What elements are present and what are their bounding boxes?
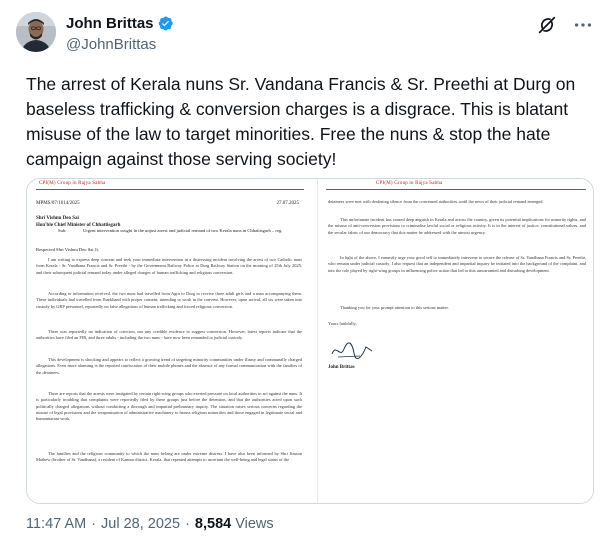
tweet-meta: 11:47 AM · Jul 28, 2025 · 8,584 Views xyxy=(26,516,274,532)
letterhead-rule xyxy=(36,189,304,190)
letter-date: 27.07.2025 xyxy=(276,201,300,206)
views-count: 8,584 xyxy=(194,516,232,532)
letter-paragraph: I am writing to express deep concern and… xyxy=(36,257,302,275)
signatory-name: John Brittas xyxy=(328,365,355,370)
tweet-date[interactable]: Jul 28, 2025 xyxy=(101,516,180,532)
subject-label: Sub: xyxy=(58,228,67,233)
letterhead-right: CPI(M) Group in Rajya Sabha xyxy=(376,181,443,186)
tweet-image[interactable]: CPI(M) Group in Rajya Sabha MPMS/07/1614… xyxy=(26,178,594,504)
subject-text: Urgent intervention sought in the unjust… xyxy=(83,228,283,233)
letter-paragraph: detainees were met with deafening silenc… xyxy=(328,199,544,204)
meta-separator: · xyxy=(91,516,97,532)
grok-icon[interactable] xyxy=(536,14,558,36)
letter-paragraph: In light of the above, I earnestly urge … xyxy=(328,255,586,273)
letter-paragraph: According to information received, the t… xyxy=(36,291,302,309)
tweet-top-actions xyxy=(522,14,594,36)
letter-paragraph: There are reports that the arrests were … xyxy=(36,391,302,422)
author-name[interactable]: John Brittas xyxy=(66,15,154,32)
addressee-name: Shri Vishnu Deo Sai xyxy=(36,216,79,221)
letterhead-rule xyxy=(326,189,586,190)
letter-paragraph: There was reportedly no indication of co… xyxy=(36,329,302,341)
avatar-photo xyxy=(16,12,56,52)
meta-separator: · xyxy=(185,516,190,532)
avatar[interactable] xyxy=(16,12,56,52)
letter-paragraph: This development is shocking and appears… xyxy=(36,357,302,375)
letter-subject: Sub: Urgent intervention sought in the u… xyxy=(58,228,298,234)
author-name-row: John Brittas xyxy=(66,15,174,32)
signature-scribble xyxy=(331,342,373,360)
letter-page-1: CPI(M) Group in Rajya Sabha MPMS/07/1614… xyxy=(27,179,313,503)
tweet-time[interactable]: 11:47 AM xyxy=(26,516,86,532)
views-label: Views xyxy=(235,516,274,532)
author-handle[interactable]: @JohnBrittas xyxy=(66,36,156,53)
letter-paragraph: Yours faithfully, xyxy=(328,321,357,326)
letter-page-2: CPI(M) Group in Rajya Sabha detainees we… xyxy=(317,179,593,503)
letter-paragraph: The families and the religious community… xyxy=(36,451,302,463)
more-icon[interactable] xyxy=(572,14,594,36)
letter-paragraph: This unfortunate incident has caused dee… xyxy=(328,217,586,235)
letter-reference: MPMS/07/1614/2025 xyxy=(36,201,80,206)
tweet-text: The arrest of Kerala nuns Sr. Vandana Fr… xyxy=(26,74,576,169)
letter-salutation: Respected Shri Vishnu Deo Sai Ji, xyxy=(36,247,99,252)
letterhead-left: CPI(M) Group in Rajya Sabha xyxy=(39,181,106,186)
letter-paragraph: Thanking you for your prompt attention t… xyxy=(340,305,449,310)
letter-addressee: Shri Vishnu Deo Sai Hon'ble Chief Minist… xyxy=(36,215,120,229)
verified-badge-icon xyxy=(157,15,174,32)
